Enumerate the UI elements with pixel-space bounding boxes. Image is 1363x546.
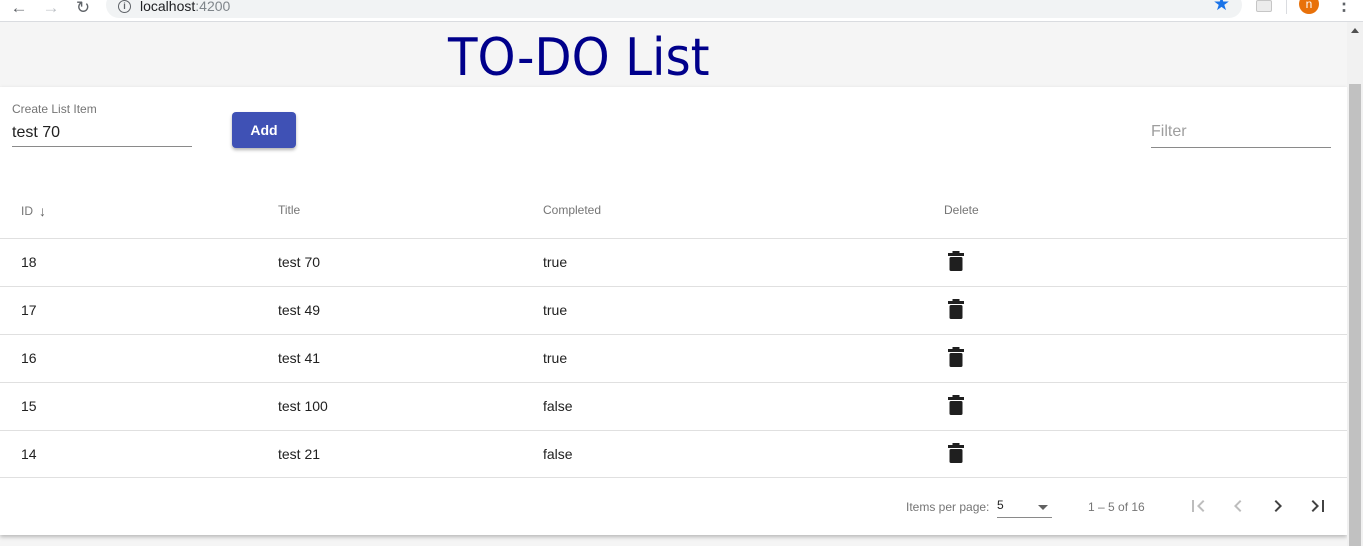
chevron-left-icon xyxy=(1234,500,1242,512)
cell-completed: true xyxy=(543,350,568,366)
cell-title: test 100 xyxy=(278,398,328,414)
table-row: 16 test 41 true xyxy=(0,334,1347,382)
cell-id: 18 xyxy=(21,254,37,270)
cell-id: 17 xyxy=(21,302,37,318)
sort-arrow-down-icon: ↓ xyxy=(39,203,46,219)
last-page-icon xyxy=(1311,500,1324,512)
header-delete: Delete xyxy=(944,203,979,217)
items-per-page-value: 5 xyxy=(997,498,1004,512)
browser-toolbar: ← → ↻ i localhost:4200 ★ n ⋮ xyxy=(0,0,1363,22)
first-page-icon xyxy=(1192,500,1205,512)
dropdown-arrow-icon xyxy=(1038,505,1048,510)
more-menu-icon[interactable]: ⋮ xyxy=(1335,0,1353,13)
chevron-right-icon xyxy=(1274,500,1282,512)
cell-completed: true xyxy=(543,254,568,270)
table-row: 18 test 70 true xyxy=(0,238,1347,286)
items-per-page-select[interactable]: 5 xyxy=(997,498,1052,518)
page-range-label: 1 – 5 of 16 xyxy=(1088,500,1145,514)
cell-completed: false xyxy=(543,446,573,462)
delete-trash-icon[interactable] xyxy=(948,299,964,319)
profile-avatar[interactable]: n xyxy=(1299,0,1319,14)
extension-icon[interactable] xyxy=(1256,0,1272,12)
page-title: TO-DO List xyxy=(448,28,710,88)
bookmark-star-icon[interactable]: ★ xyxy=(1213,0,1230,14)
add-button[interactable]: Add xyxy=(232,112,296,148)
cell-title: test 21 xyxy=(278,446,321,462)
cell-id: 14 xyxy=(21,446,37,462)
info-icon[interactable]: i xyxy=(118,0,131,13)
delete-trash-icon[interactable] xyxy=(948,395,964,415)
url-text[interactable]: localhost:4200 xyxy=(140,0,230,14)
table-row: 15 test 100 false xyxy=(0,382,1347,430)
cell-title: test 41 xyxy=(278,350,321,366)
table-row: 14 test 21 false xyxy=(0,430,1347,478)
delete-trash-icon[interactable] xyxy=(948,251,964,271)
reload-icon[interactable]: ↻ xyxy=(73,0,93,17)
header-id-label: ID xyxy=(21,204,33,218)
back-arrow-icon[interactable]: ← xyxy=(9,0,29,17)
scroll-up-arrow-icon[interactable] xyxy=(1351,28,1359,33)
cell-completed: false xyxy=(543,398,573,414)
forward-arrow-icon[interactable]: → xyxy=(41,0,61,17)
table-row: 17 test 49 true xyxy=(0,286,1347,334)
cell-id: 16 xyxy=(21,350,37,366)
delete-trash-icon[interactable] xyxy=(948,443,964,463)
header-title: Title xyxy=(278,203,301,217)
previous-page-button[interactable] xyxy=(1226,494,1250,518)
create-item-label: Create List Item xyxy=(12,102,97,116)
next-page-button[interactable] xyxy=(1266,494,1290,518)
cell-id: 15 xyxy=(21,398,37,414)
first-page-button[interactable] xyxy=(1186,494,1210,518)
last-page-button[interactable] xyxy=(1306,494,1330,518)
cell-completed: true xyxy=(543,302,568,318)
header-completed: Completed xyxy=(543,203,602,217)
items-per-page-label: Items per page: xyxy=(906,500,990,514)
scroll-thumb[interactable] xyxy=(1349,84,1361,546)
page-scrollbar[interactable] xyxy=(1347,22,1363,546)
address-bar[interactable]: i localhost:4200 xyxy=(106,0,1242,18)
header-id[interactable]: ID ↓ xyxy=(21,203,46,219)
cell-title: test 49 xyxy=(278,302,321,318)
filter-input[interactable] xyxy=(1151,117,1331,148)
cell-title: test 70 xyxy=(278,254,321,270)
create-item-input[interactable] xyxy=(12,119,192,147)
delete-trash-icon[interactable] xyxy=(948,347,964,367)
toolbar-divider xyxy=(1286,0,1287,14)
